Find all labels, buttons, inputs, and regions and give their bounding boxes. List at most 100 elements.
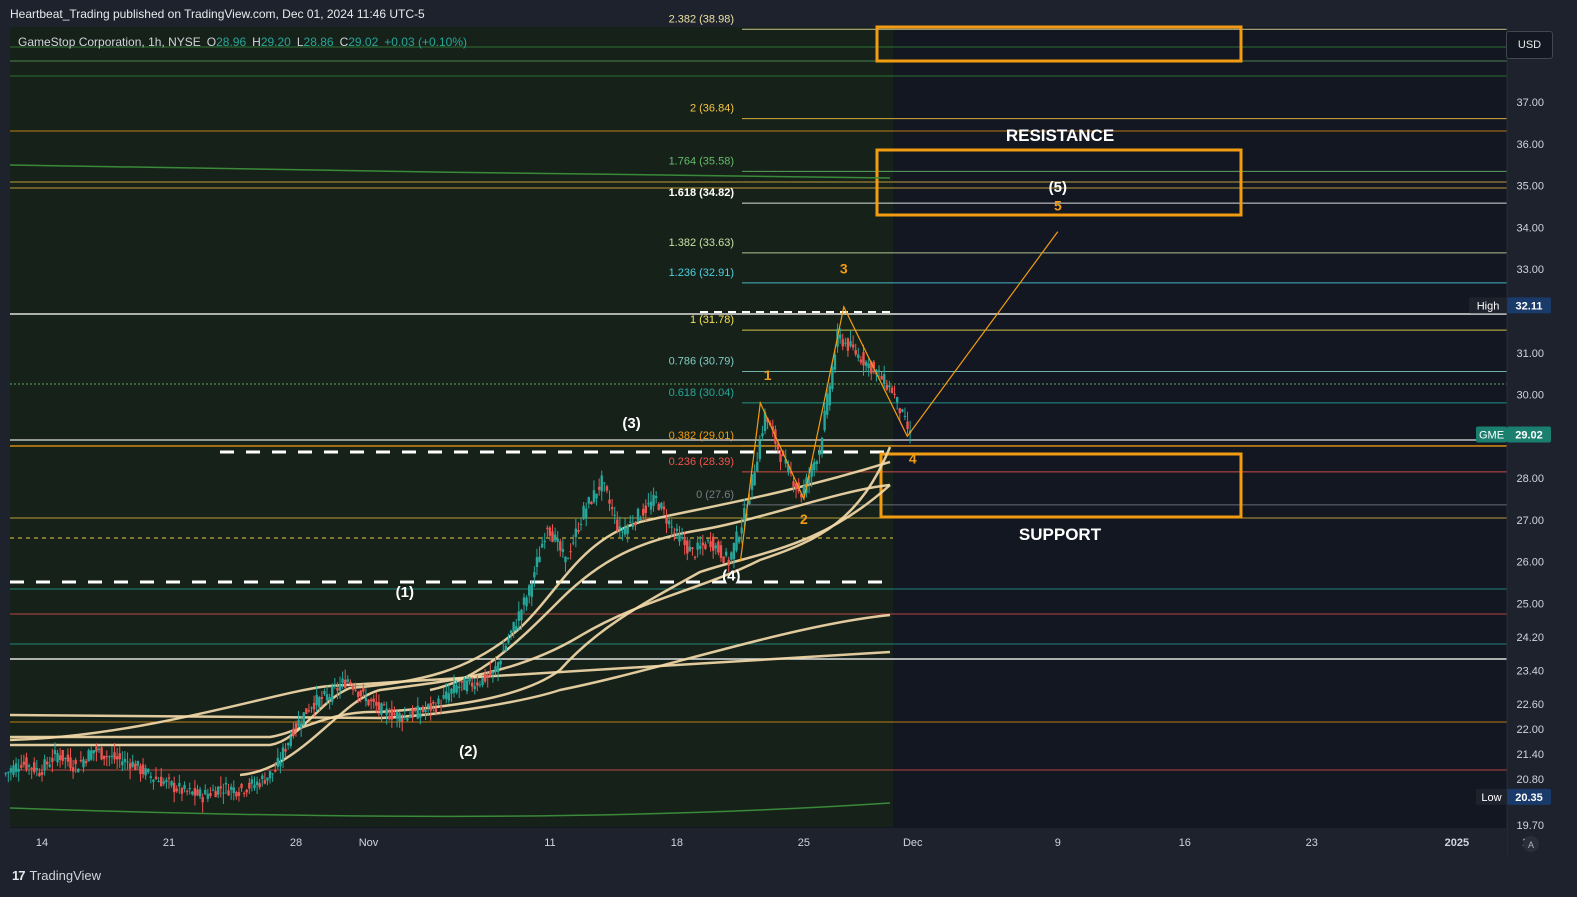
candle-body[interactable]	[209, 793, 212, 796]
candle-body[interactable]	[483, 673, 487, 682]
candle-body[interactable]	[675, 528, 679, 531]
candle-body[interactable]	[222, 792, 225, 794]
candle-body[interactable]	[20, 764, 23, 768]
candle-body[interactable]	[419, 713, 422, 718]
candle-body[interactable]	[92, 750, 96, 754]
candle-body[interactable]	[551, 531, 554, 542]
candle-body[interactable]	[647, 503, 650, 505]
candle-body[interactable]	[662, 506, 666, 510]
candle-body[interactable]	[468, 677, 471, 682]
candle-body[interactable]	[206, 793, 210, 799]
candle-body[interactable]	[51, 757, 54, 763]
candle-body[interactable]	[131, 761, 134, 767]
candle-body[interactable]	[556, 538, 559, 542]
candle-body[interactable]	[401, 718, 404, 722]
candle-body[interactable]	[592, 490, 596, 503]
candle-body[interactable]	[349, 681, 352, 684]
candle-body[interactable]	[496, 662, 500, 673]
candle-body[interactable]	[623, 527, 627, 535]
candle-body[interactable]	[540, 543, 544, 548]
candle-body[interactable]	[631, 523, 635, 527]
candle-body[interactable]	[517, 611, 521, 621]
candle-body[interactable]	[118, 753, 121, 760]
candle-body[interactable]	[724, 551, 728, 556]
candle-body[interactable]	[364, 697, 368, 702]
candle-body[interactable]	[561, 549, 565, 552]
candle-body[interactable]	[434, 708, 438, 712]
candle-body[interactable]	[714, 545, 717, 549]
candle-body[interactable]	[390, 709, 394, 720]
candle-body[interactable]	[191, 791, 194, 795]
candle-body[interactable]	[481, 677, 484, 686]
candle-body[interactable]	[722, 556, 725, 563]
candle-body[interactable]	[654, 496, 658, 499]
candle-body[interactable]	[608, 499, 611, 504]
candle-body[interactable]	[701, 542, 705, 546]
candle-body[interactable]	[613, 514, 616, 516]
candle-body[interactable]	[559, 541, 562, 551]
candle-body[interactable]	[846, 338, 850, 351]
candle-body[interactable]	[33, 762, 36, 773]
candle-body[interactable]	[369, 699, 373, 702]
candle-body[interactable]	[442, 695, 445, 699]
candle-body[interactable]	[711, 536, 715, 551]
candle-body[interactable]	[398, 713, 401, 722]
candle-body[interactable]	[732, 543, 736, 560]
candle-body[interactable]	[893, 393, 896, 395]
candle-body[interactable]	[476, 682, 479, 686]
candle-body[interactable]	[849, 341, 852, 347]
candle-body[interactable]	[854, 349, 857, 355]
candle-body[interactable]	[325, 694, 329, 701]
candle-body[interactable]	[183, 784, 186, 790]
candle-body[interactable]	[258, 783, 261, 788]
candle-body[interactable]	[499, 660, 502, 665]
candle-body[interactable]	[255, 781, 259, 785]
candle-body[interactable]	[525, 597, 528, 607]
candle-body[interactable]	[240, 783, 243, 789]
candle-body[interactable]	[261, 775, 264, 779]
candle-body[interactable]	[338, 684, 342, 691]
candle-body[interactable]	[382, 704, 386, 706]
candle-body[interactable]	[90, 750, 93, 760]
candle-body[interactable]	[354, 689, 357, 691]
candle-body[interactable]	[43, 759, 46, 771]
candle-body[interactable]	[113, 752, 116, 760]
candle-body[interactable]	[333, 685, 337, 687]
candle-body[interactable]	[346, 679, 349, 682]
candle-body[interactable]	[566, 558, 570, 560]
candle-body[interactable]	[686, 540, 689, 554]
candle-body[interactable]	[126, 761, 129, 763]
candle-body[interactable]	[730, 552, 733, 560]
candle-body[interactable]	[393, 713, 396, 715]
candle-body[interactable]	[204, 789, 207, 795]
candle-body[interactable]	[134, 763, 137, 771]
candle-body[interactable]	[582, 505, 585, 520]
candle-body[interactable]	[22, 761, 26, 765]
candle-body[interactable]	[343, 679, 347, 688]
candle-body[interactable]	[188, 787, 191, 790]
candle-body[interactable]	[245, 789, 248, 793]
candle-body[interactable]	[328, 697, 331, 700]
candle-body[interactable]	[815, 461, 819, 464]
candle-body[interactable]	[706, 539, 710, 541]
candle-body[interactable]	[833, 354, 837, 370]
candle-body[interactable]	[478, 684, 482, 686]
candle-body[interactable]	[470, 682, 474, 687]
candle-body[interactable]	[439, 706, 443, 708]
candle-body[interactable]	[906, 421, 909, 430]
candle-body[interactable]	[17, 768, 20, 772]
candle-body[interactable]	[590, 501, 593, 505]
candle-body[interactable]	[548, 527, 552, 536]
candle-body[interactable]	[880, 376, 883, 380]
candle-body[interactable]	[680, 537, 684, 539]
candle-body[interactable]	[154, 776, 158, 780]
candle-body[interactable]	[818, 450, 821, 456]
candle-body[interactable]	[813, 462, 816, 470]
candle-body[interactable]	[268, 770, 272, 779]
candle-body[interactable]	[520, 609, 523, 621]
candle-body[interactable]	[9, 768, 13, 773]
candle-body[interactable]	[77, 768, 80, 773]
candle-body[interactable]	[546, 527, 549, 529]
candle-body[interactable]	[758, 440, 762, 460]
candle-body[interactable]	[180, 788, 184, 794]
